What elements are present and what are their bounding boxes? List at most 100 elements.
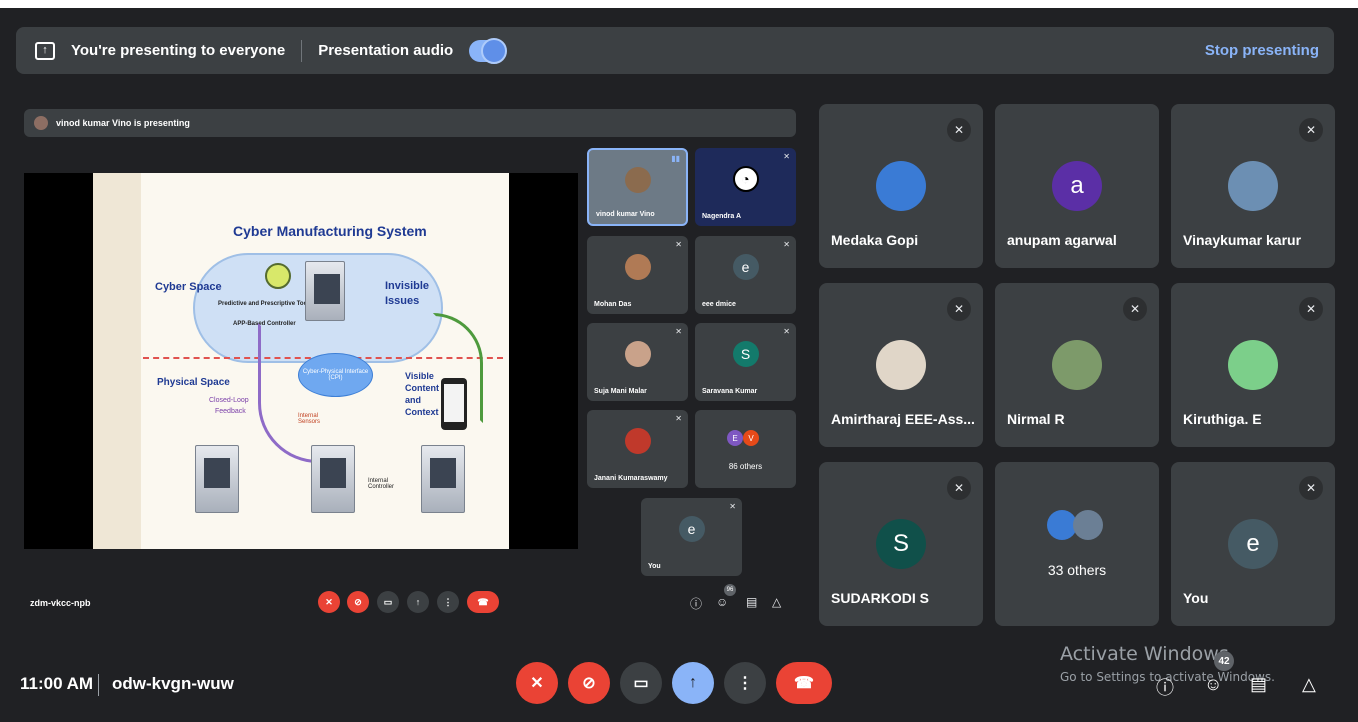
participant-tile: ✕ Amirtharaj EEE-Ass...	[819, 283, 983, 447]
participant-name: Nagendra A	[702, 213, 742, 220]
participant-name: Janani Kumaraswamy	[594, 475, 668, 482]
participant-name: anupam agarwal	[1007, 232, 1117, 248]
people-count-badge: 42	[1214, 651, 1234, 671]
inner-present-icon[interactable]: ↑	[407, 591, 429, 613]
inner-chat-icon[interactable]: ▤	[746, 595, 757, 609]
avatar	[34, 116, 48, 130]
participant-letter: S	[876, 519, 926, 569]
inner-more-icon[interactable]: ⋮	[437, 591, 459, 613]
participant-tile: ✕ e You	[1171, 462, 1335, 626]
participant-name: Vinaykumar karur	[1183, 232, 1302, 248]
participant-name: You	[648, 563, 661, 570]
others-count: 86 others	[728, 462, 763, 471]
participant-letter: a	[1052, 161, 1102, 211]
participant-name: SUDARKODI S	[831, 590, 930, 606]
mic-off-icon: ✕	[783, 240, 790, 249]
presentation-audio-toggle[interactable]	[469, 37, 508, 64]
present-icon[interactable]: ↑	[672, 662, 714, 704]
meeting-code: odw-kvgn-wuw	[112, 674, 234, 693]
mic-off-icon: ✕	[783, 327, 790, 336]
mic-off-icon: ✕	[1123, 297, 1147, 321]
participant-name: eee dmice	[702, 301, 736, 308]
participant-photo	[624, 428, 651, 455]
activate-windows-title: Activate Windows	[1060, 643, 1229, 665]
captions-icon[interactable]: ▭	[620, 662, 662, 704]
info-icon[interactable]: ⓘ	[1156, 674, 1174, 700]
cpi-ellipse: Cyber-Physical Interface (CPI)	[298, 353, 373, 397]
phone-image	[441, 378, 467, 430]
inner-tile[interactable]: E V 86 others	[695, 410, 796, 488]
presenting-message: You're presenting to everyone	[71, 42, 286, 59]
participant-photo	[876, 161, 926, 211]
inner-activities-icon[interactable]: △	[772, 595, 781, 609]
mic-off-icon: ✕	[675, 240, 682, 249]
more-options-icon[interactable]: ⋮	[724, 662, 766, 704]
participant-name: You	[1183, 590, 1209, 606]
content-label: Content	[405, 383, 439, 393]
inner-mic-off-icon[interactable]: ✕	[318, 591, 340, 613]
chat-icon[interactable]: ▤	[1250, 674, 1267, 695]
speaking-icon: ▮▮	[671, 154, 680, 163]
presenting-bar: ↑ You're presenting to everyone Presenta…	[16, 27, 1334, 74]
inner-people-icon[interactable]: ☺	[716, 595, 728, 609]
mic-off-icon: ✕	[1299, 118, 1323, 142]
participant-photo	[876, 340, 926, 390]
divider	[98, 674, 99, 696]
mic-off-icon: ✕	[947, 118, 971, 142]
hangup-icon[interactable]: ☎	[776, 662, 832, 704]
stop-presenting-button[interactable]: Stop presenting	[1205, 42, 1319, 59]
participant-letter: e	[1228, 519, 1278, 569]
inner-info-icon[interactable]: ⓘ	[690, 595, 702, 612]
internal-sensors-label: Internal Sensors	[298, 413, 321, 425]
machine-image	[305, 261, 345, 321]
mic-off-icon: ✕	[947, 476, 971, 500]
inner-camera-off-icon[interactable]: ⊘	[347, 591, 369, 613]
participant-photo	[624, 254, 651, 281]
participant-letter: e	[678, 516, 705, 543]
and-label: and	[405, 395, 422, 405]
feedback-label: Feedback	[215, 408, 246, 415]
inner-hangup-icon[interactable]: ☎	[467, 591, 499, 613]
people-icon[interactable]: ☺	[1204, 674, 1222, 695]
participant-tile: a anupam agarwal	[995, 104, 1159, 268]
presentation-audio-label: Presentation audio	[318, 42, 454, 59]
issues-label: Issues	[385, 295, 420, 307]
inner-people-badge: 96	[724, 584, 736, 596]
presentation-slide: Cyber Manufacturing System Cyber Space I…	[93, 173, 509, 549]
mic-off-icon: ✕	[783, 152, 790, 161]
machine-image	[311, 445, 355, 513]
inner-tile: ▮▮ vinod kumar Vino	[587, 148, 688, 226]
participant-name: Amirtharaj EEE-Ass...	[831, 411, 975, 427]
participant-letter: V	[743, 430, 759, 446]
context-label: Context	[405, 407, 439, 417]
mic-off-icon: ✕	[675, 414, 682, 423]
mic-off-icon: ✕	[1299, 297, 1323, 321]
closed-loop-label: Closed-Loop	[209, 397, 249, 404]
inner-captions-icon[interactable]: ▭	[377, 591, 399, 613]
visible-label: Visible	[405, 371, 434, 381]
divider	[301, 39, 303, 62]
participant-tile: ✕ Vinaykumar karur	[1171, 104, 1335, 268]
app-logo-icon	[265, 263, 291, 289]
mic-off-icon[interactable]: ✕	[516, 662, 558, 704]
participant-photo	[1052, 340, 1102, 390]
participant-photo	[1228, 340, 1278, 390]
mic-off-icon: ✕	[947, 297, 971, 321]
slide-decoration	[93, 173, 141, 549]
participant-tile[interactable]: 33 others	[995, 462, 1159, 626]
inner-tile: ◔ ✕ Nagendra A	[695, 148, 796, 226]
invisible-label: Invisible	[385, 280, 430, 292]
participant-letter: E	[727, 430, 743, 446]
participant-tile: ✕ Medaka Gopi	[819, 104, 983, 268]
camera-off-icon[interactable]: ⊘	[568, 662, 610, 704]
participant-letter: e	[732, 254, 759, 281]
present-screen-icon: ↑	[35, 41, 55, 60]
inner-tile: ✕ Mohan Das	[587, 236, 688, 314]
participant-name: Medaka Gopi	[831, 232, 919, 248]
participant-name: Nirmal R	[1007, 411, 1065, 427]
inner-meeting-code: zdm-vkcc-npb	[30, 598, 91, 608]
obs-icon: ◔	[732, 166, 759, 193]
activities-icon[interactable]: △	[1302, 674, 1316, 695]
inner-banner-text: vinod kumar Vino is presenting	[56, 118, 190, 128]
inner-tile: e ✕ You	[641, 498, 742, 576]
